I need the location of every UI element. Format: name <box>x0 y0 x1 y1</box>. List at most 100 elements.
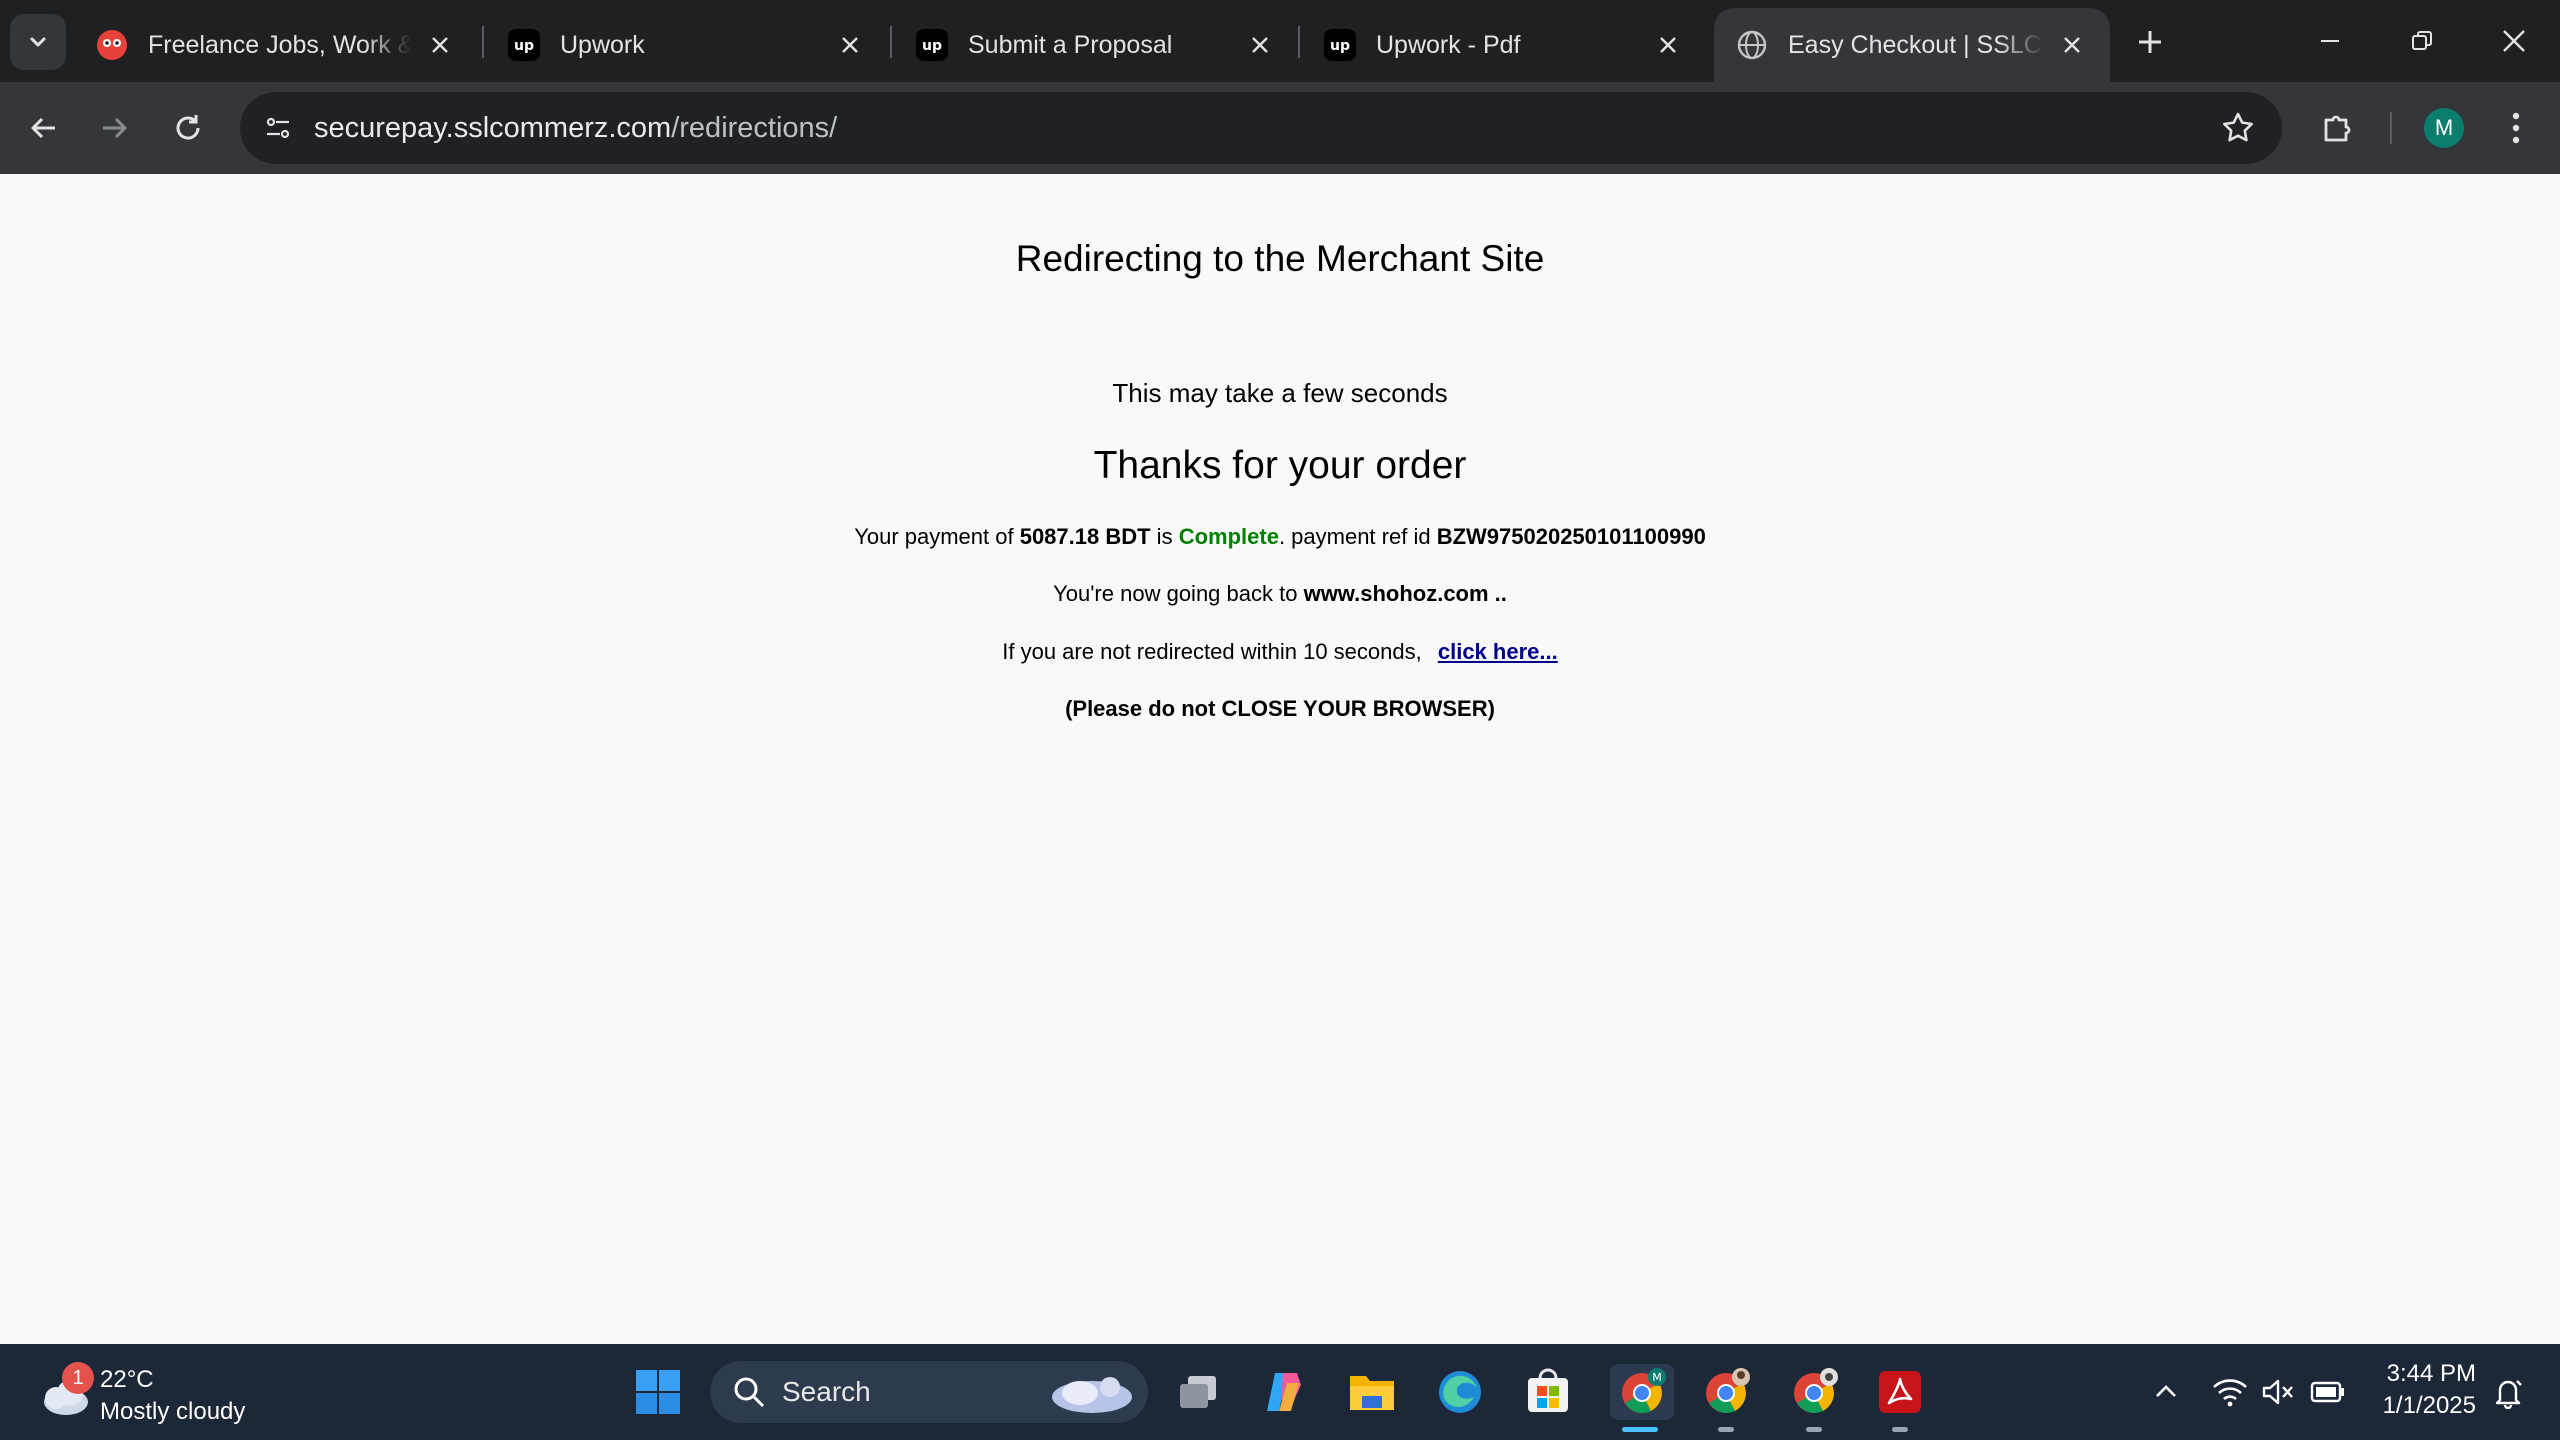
close-icon[interactable] <box>834 29 866 61</box>
thanks-heading: Thanks for your order <box>1093 444 1467 487</box>
close-icon[interactable] <box>1244 29 1276 61</box>
folder-icon <box>1350 1376 1394 1410</box>
svg-text:M: M <box>1652 1371 1662 1384</box>
extensions-button[interactable] <box>2314 104 2362 152</box>
close-icon[interactable] <box>424 29 456 61</box>
copilot-button[interactable] <box>1256 1364 1312 1420</box>
search-label: Search <box>782 1376 871 1407</box>
wait-message: This may take a few seconds <box>1112 378 1448 408</box>
start-button[interactable] <box>630 1364 686 1420</box>
tab-title: Freelance Jobs, Work & Projects <box>148 30 412 59</box>
weather-temperature: 22°C <box>100 1366 154 1393</box>
app-indicator <box>1718 1427 1734 1432</box>
chrome-button-profile-2[interactable] <box>1698 1364 1754 1420</box>
app-indicator <box>1806 1427 1822 1432</box>
svg-text:up: up <box>514 38 534 54</box>
tab-title: Easy Checkout | SSLCOMMERZ <box>1788 30 2044 59</box>
tab-easy-checkout[interactable]: Easy Checkout | SSLCOMMERZ <box>1714 8 2110 82</box>
taskbar-search[interactable]: Search <box>710 1361 1148 1423</box>
arrow-left-icon <box>31 117 55 139</box>
close-icon[interactable] <box>2056 29 2088 61</box>
show-hidden-icons[interactable] <box>2144 1370 2188 1414</box>
click-here-link[interactable]: click here... <box>1438 639 1558 664</box>
weather-condition: Mostly cloudy <box>100 1398 246 1425</box>
acrobat-button[interactable] <box>1872 1364 1928 1420</box>
store-button[interactable] <box>1520 1364 1576 1420</box>
redirect-text: If you are not redirected within 10 seco… <box>1002 639 1422 664</box>
profile-button[interactable]: M <box>2420 104 2468 152</box>
payment-ref-label: . payment ref id <box>1278 524 1437 549</box>
browser-toolbar: securepay.sslcommerz.com/redirections/ M <box>0 82 2560 174</box>
url-text[interactable]: securepay.sslcommerz.com/redirections/ <box>314 92 837 164</box>
upwork-icon: up <box>1324 29 1356 61</box>
site-info-icon[interactable] <box>254 104 302 152</box>
tab-upwork[interactable]: up Upwork <box>486 8 888 82</box>
forward-button[interactable] <box>90 104 138 152</box>
acrobat-icon <box>1879 1371 1921 1413</box>
edge-button[interactable] <box>1432 1364 1488 1420</box>
wifi-status[interactable] <box>2208 1370 2252 1414</box>
tab-upwork-pdf[interactable]: up Upwork - Pdf <box>1302 8 1706 82</box>
going-back-prefix: You're now going back to <box>1053 581 1304 606</box>
task-view-button[interactable] <box>1170 1364 1226 1420</box>
reload-icon <box>176 115 200 140</box>
address-bar[interactable]: securepay.sslcommerz.com/redirections/ <box>240 92 2282 164</box>
weather-badge: 1 <box>62 1362 94 1394</box>
restore-button[interactable] <box>2390 14 2454 68</box>
tab-title: Upwork - Pdf <box>1376 30 1521 59</box>
wifi-icon <box>2213 1379 2247 1407</box>
task-view-icon <box>1180 1376 1216 1408</box>
search-icon <box>734 1377 765 1408</box>
toolbar-divider <box>2390 112 2392 144</box>
weather-widget[interactable]: 1 22°C Mostly cloudy <box>32 1358 272 1428</box>
upwork-icon: up <box>916 29 948 61</box>
notifications-button[interactable] <box>2486 1370 2530 1414</box>
volume-status[interactable] <box>2256 1370 2300 1414</box>
reload-button[interactable] <box>164 104 212 152</box>
page-title: Redirecting to the Merchant Site <box>1015 238 1545 279</box>
menu-button[interactable] <box>2492 104 2540 152</box>
store-icon <box>1528 1368 1568 1412</box>
close-icon <box>2503 30 2525 52</box>
going-back-message: You're now going back to www.shohoz.com … <box>0 581 2560 607</box>
close-window-button[interactable] <box>2482 14 2546 68</box>
copilot-icon <box>1267 1373 1301 1411</box>
battery-status[interactable] <box>2306 1370 2350 1414</box>
back-button[interactable] <box>20 104 68 152</box>
url-host: securepay.sslcommerz.com <box>314 112 672 144</box>
tab-strip: Freelance Jobs, Work & Projects up Upwor… <box>0 0 2560 82</box>
tab-freelance-jobs[interactable]: Freelance Jobs, Work & Projects <box>74 8 478 82</box>
chrome-button-profile-3[interactable] <box>1786 1364 1842 1420</box>
red-face-icon <box>96 29 128 61</box>
upwork-icon: up <box>508 29 540 61</box>
active-app-indicator <box>1622 1427 1658 1432</box>
svg-text:up: up <box>922 38 942 54</box>
edge-icon <box>1439 1371 1481 1413</box>
tab-search-button[interactable] <box>10 14 66 70</box>
tab-separator <box>890 26 892 58</box>
tab-separator <box>482 26 484 58</box>
page-content: Redirecting to the Merchant Site This ma… <box>0 174 2560 1344</box>
chrome-button-active[interactable]: M <box>1610 1364 1674 1420</box>
chevron-up-icon <box>2156 1385 2176 1397</box>
close-icon[interactable] <box>1652 29 1684 61</box>
chrome-icon: M <box>1622 1368 1666 1413</box>
arrow-right-icon <box>103 117 127 139</box>
redirect-message: If you are not redirected within 10 seco… <box>0 639 2560 665</box>
system-clock[interactable]: 3:44 PM 1/1/2025 <box>2366 1358 2476 1422</box>
tab-submit-proposal[interactable]: up Submit a Proposal <box>894 8 1298 82</box>
payment-is: is <box>1150 524 1179 549</box>
chevron-down-icon <box>30 37 46 47</box>
bookmark-star-icon[interactable] <box>2218 108 2258 148</box>
new-tab-button[interactable] <box>2128 20 2172 64</box>
notification-bell-icon <box>2495 1380 2522 1409</box>
payment-ref-id: BZW975020250101100990 <box>1436 524 1706 549</box>
minimize-button[interactable] <box>2298 14 2362 68</box>
payment-summary: Your payment of 5087.18 BDT is Complete.… <box>0 524 2560 550</box>
restore-icon <box>2412 31 2432 50</box>
plus-icon <box>2139 31 2161 53</box>
file-explorer-button[interactable] <box>1344 1364 1400 1420</box>
payment-prefix: Your payment of <box>854 524 1020 549</box>
avatar: M <box>2424 108 2464 148</box>
chrome-icon <box>1794 1368 1838 1413</box>
